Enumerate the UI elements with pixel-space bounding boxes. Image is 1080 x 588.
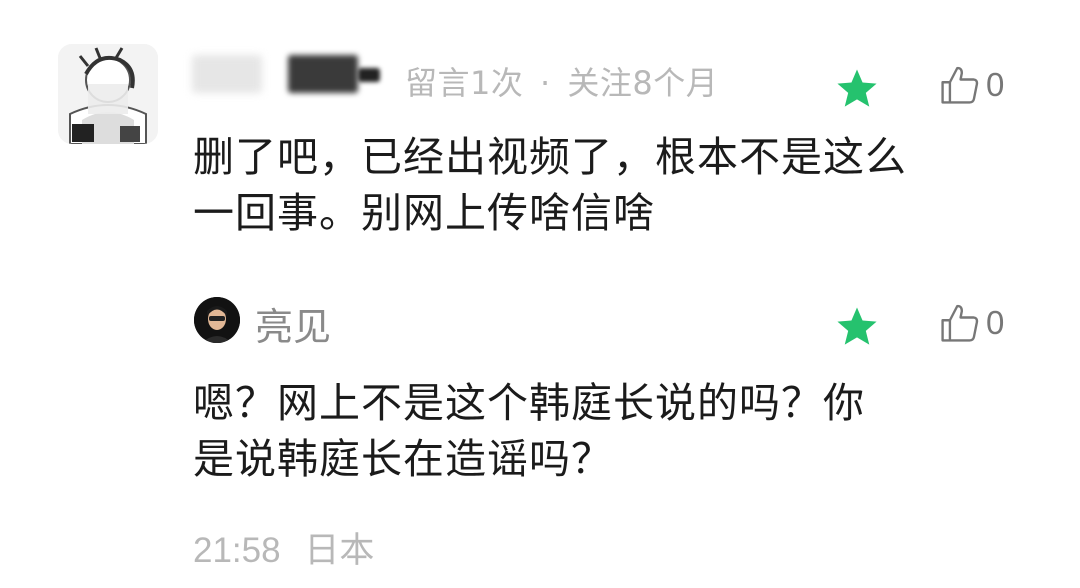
reply-like-count: 0 bbox=[986, 304, 1005, 341]
commenter-name-redacted-dark bbox=[288, 55, 358, 93]
comment-body: 删了吧，已经出视频了，根本不是这么 一回事。别网上传啥信啥 bbox=[193, 129, 1023, 241]
star-icon[interactable] bbox=[834, 304, 880, 350]
comment-count: 留言1次 bbox=[405, 64, 524, 102]
comment-thread: 留言1次 · 关注8个月 0 删了吧，已经出视频了，根本不是这么 一回事。别网上… bbox=[0, 0, 1080, 588]
meta-separator: · bbox=[540, 64, 551, 102]
reply-footer: 21:58 日本 bbox=[193, 522, 374, 573]
reply-line: 嗯？网上不是这个韩庭长说的吗？你 bbox=[193, 379, 865, 427]
thumbs-up-icon bbox=[941, 304, 979, 342]
comment-line: 一回事。别网上传啥信啥 bbox=[193, 189, 655, 237]
reply-like-button[interactable]: 0 bbox=[938, 298, 1004, 348]
reply-author-avatar[interactable] bbox=[194, 297, 240, 343]
commenter-name-redacted bbox=[192, 55, 262, 93]
thumbs-up-icon bbox=[941, 66, 979, 104]
star-icon[interactable] bbox=[834, 66, 880, 112]
reply-author-name[interactable]: 亮见 bbox=[255, 296, 331, 351]
comment-line: 删了吧，已经出视频了，根本不是这么 bbox=[193, 133, 907, 181]
reply-body: 嗯？网上不是这个韩庭长说的吗？你 是说韩庭长在造谣吗？ bbox=[193, 375, 1023, 487]
like-count: 0 bbox=[986, 66, 1005, 103]
follow-duration: 关注8个月 bbox=[567, 64, 719, 102]
commenter-meta: 留言1次 · 关注8个月 bbox=[405, 58, 718, 104]
commenter-name-redacted-mark bbox=[358, 68, 380, 82]
reply-line: 是说韩庭长在造谣吗？ bbox=[193, 435, 613, 483]
commenter-avatar[interactable] bbox=[58, 44, 158, 144]
like-button[interactable]: 0 bbox=[938, 60, 1004, 110]
timestamp: 21:58 bbox=[193, 531, 281, 570]
location: 日本 bbox=[304, 531, 375, 571]
